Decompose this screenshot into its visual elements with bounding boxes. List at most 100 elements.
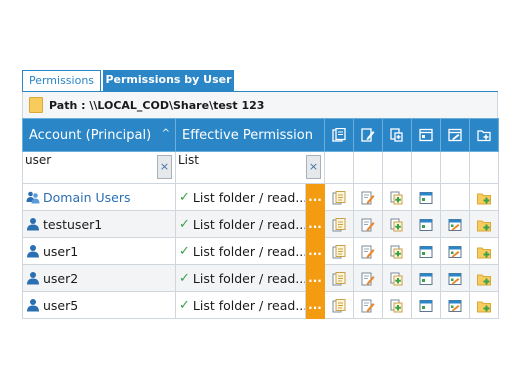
folder-icon (29, 97, 43, 113)
check-icon: ✓ (179, 243, 190, 259)
filter-account-cell[interactable]: user × (22, 151, 176, 184)
permission-cell[interactable] (324, 264, 354, 292)
permission-cell[interactable] (382, 210, 412, 238)
permission-cell[interactable] (411, 183, 441, 211)
account: user1 (24, 244, 175, 259)
permission-cell[interactable] (469, 291, 499, 319)
permission-cell[interactable] (353, 210, 383, 238)
read-data-icon (332, 217, 346, 232)
permission-cell[interactable] (353, 237, 383, 265)
check-icon: ✓ (179, 216, 190, 232)
effective-permission-cell[interactable]: ✓ List folder / read... (175, 237, 306, 265)
table-row[interactable]: user5 ✓ List folder / read...... (22, 291, 499, 319)
column-header-account-label: Account (Principal) (29, 127, 152, 143)
read-data-icon (332, 271, 346, 286)
write-icon (361, 191, 375, 205)
tab-underline (22, 91, 498, 92)
effective-permission-label: List folder / read... (192, 243, 306, 259)
permission-cell[interactable] (411, 210, 441, 238)
column-header-list-view[interactable] (411, 118, 441, 152)
permission-cell[interactable] (440, 291, 470, 319)
read-data-icon (332, 244, 346, 259)
permission-cell[interactable] (353, 291, 383, 319)
permission-cell[interactable] (324, 237, 354, 265)
path-label: Path : \\LOCAL_COD\Share\test 123 (49, 98, 265, 112)
tab-permissions-by-user[interactable]: Permissions by User (103, 70, 234, 92)
column-header-write[interactable] (353, 118, 383, 152)
more-button[interactable]: ... (305, 237, 325, 265)
more-button[interactable]: ... (305, 291, 325, 319)
account-cell[interactable]: user5 (22, 291, 176, 319)
add-sub-icon (390, 191, 404, 205)
permission-cell[interactable] (324, 210, 354, 238)
column-header-effective[interactable]: Effective Permission (175, 118, 325, 152)
permission-cell[interactable] (440, 210, 470, 238)
column-header-folder-add[interactable] (469, 118, 499, 152)
permission-cell[interactable] (324, 183, 354, 211)
effective-permission: ✓ List folder / read... (177, 216, 305, 232)
permissions-grid: Account (Principal) ^ Effective Permissi… (22, 118, 499, 319)
add-sub-icon (390, 245, 404, 259)
effective-permission-cell[interactable]: ✓ List folder / read... (175, 210, 306, 238)
more-button[interactable]: ... (305, 183, 325, 211)
account-cell[interactable]: user1 (22, 237, 176, 265)
permission-cell[interactable] (440, 237, 470, 265)
filter-effective-input[interactable]: List (177, 153, 324, 167)
permission-cell[interactable] (382, 264, 412, 292)
effective-permission: ✓ List folder / read... (177, 190, 305, 205)
column-header-read-data[interactable] (324, 118, 354, 152)
permission-cell[interactable] (324, 291, 354, 319)
effective-permission-cell[interactable]: ✓ List folder / read... (175, 183, 306, 211)
folder-add-icon (477, 299, 491, 313)
table-row[interactable]: user1 ✓ List folder / read...... (22, 237, 499, 265)
tab-strip: Permissions Permissions by User (22, 70, 498, 92)
column-header-account[interactable]: Account (Principal) ^ (22, 118, 176, 152)
account: user2 (24, 271, 175, 286)
permission-cell[interactable] (353, 264, 383, 292)
permission-cell[interactable] (469, 237, 499, 265)
permission-cell[interactable] (469, 210, 499, 238)
more-button[interactable]: ... (305, 264, 325, 292)
table-row[interactable]: testuser1 ✓ List folder / read...... (22, 210, 499, 238)
permission-cell[interactable] (382, 291, 412, 319)
read-data-icon (332, 298, 346, 313)
account-cell[interactable]: user2 (22, 264, 176, 292)
permission-cell[interactable] (382, 183, 412, 211)
effective-permission-cell[interactable]: ✓ List folder / read... (175, 264, 306, 292)
permission-cell[interactable] (469, 264, 499, 292)
permission-cell[interactable] (440, 183, 470, 211)
permission-cell[interactable] (411, 291, 441, 319)
edit-view-icon (448, 218, 462, 232)
account-cell[interactable]: testuser1 (22, 210, 176, 238)
user-icon (26, 217, 40, 231)
table-row[interactable]: Domain Users ✓ List folder / read...... (22, 183, 499, 211)
filter-cell (382, 151, 412, 184)
folder-add-icon (477, 191, 491, 205)
check-icon: ✓ (179, 297, 190, 313)
permission-cell[interactable] (440, 264, 470, 292)
permission-cell[interactable] (382, 237, 412, 265)
group-icon (26, 190, 40, 204)
add-sub-icon (390, 272, 404, 286)
filter-effective-cell[interactable]: List × (175, 151, 325, 184)
folder-add-icon (477, 272, 491, 286)
column-header-edit-view[interactable] (440, 118, 470, 152)
clear-effective-filter-button[interactable]: × (306, 155, 321, 179)
clear-account-filter-button[interactable]: × (157, 155, 172, 179)
filter-cell (440, 151, 470, 184)
folder-add-icon (477, 218, 491, 232)
effective-permission-cell[interactable]: ✓ List folder / read... (175, 291, 306, 319)
permission-cell[interactable] (411, 264, 441, 292)
account-cell[interactable]: Domain Users (22, 183, 176, 211)
account: testuser1 (24, 217, 175, 232)
filter-account-input[interactable]: user (24, 153, 175, 167)
table-row[interactable]: user2 ✓ List folder / read...... (22, 264, 499, 292)
more-button[interactable]: ... (305, 210, 325, 238)
filter-cell (469, 151, 499, 184)
permission-cell[interactable] (411, 237, 441, 265)
permission-cell[interactable] (469, 183, 499, 211)
column-header-add-subfolder[interactable] (382, 118, 412, 152)
permission-cell[interactable] (353, 183, 383, 211)
account-name: Domain Users (43, 189, 131, 205)
tab-permissions[interactable]: Permissions (22, 70, 101, 91)
